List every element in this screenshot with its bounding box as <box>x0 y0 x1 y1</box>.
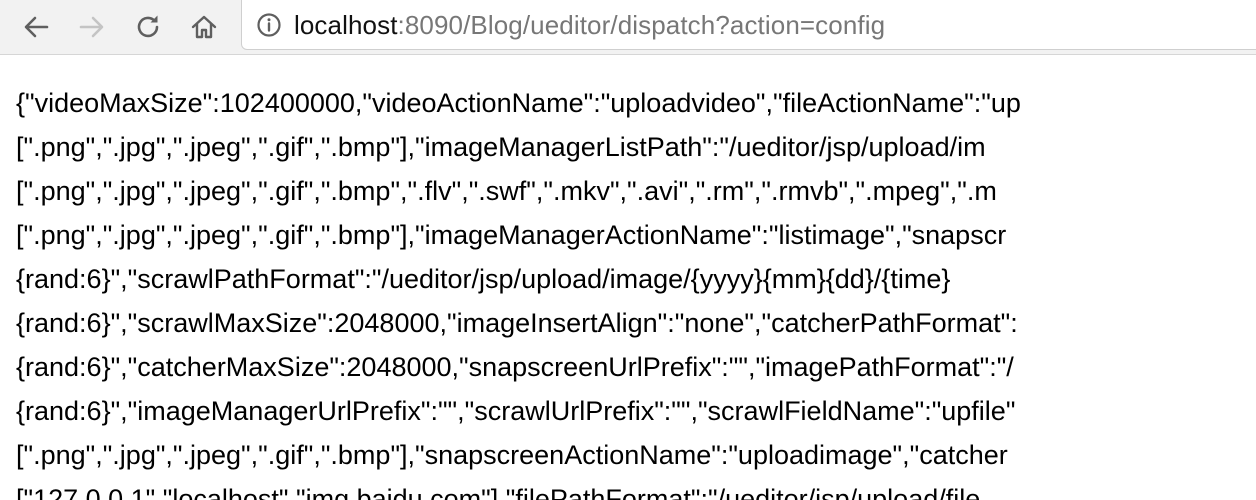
home-button[interactable] <box>185 8 223 46</box>
home-icon <box>191 15 217 39</box>
json-line: [".png",".jpg",".jpeg",".gif",".bmp"],"i… <box>16 132 986 162</box>
json-line: {"videoMaxSize":102400000,"videoActionNa… <box>16 88 1021 118</box>
json-line: {rand:6}","catcherMaxSize":2048000,"snap… <box>16 352 1014 382</box>
json-line: {rand:6}","scrawlMaxSize":2048000,"image… <box>16 308 1018 338</box>
json-line: {rand:6}","scrawlPathFormat":"/ueditor/j… <box>16 264 951 294</box>
page-content: {"videoMaxSize":102400000,"videoActionNa… <box>0 56 1256 500</box>
address-bar[interactable]: localhost:8090/Blog/ueditor/dispatch?act… <box>241 0 1256 50</box>
json-line: [".png",".jpg",".jpeg",".gif",".bmp",".f… <box>16 176 997 206</box>
json-line: [".png",".jpg",".jpeg",".gif",".bmp"],"i… <box>16 220 1007 250</box>
url-host: localhost <box>294 10 398 40</box>
reload-button[interactable] <box>129 8 167 46</box>
info-icon[interactable] <box>256 12 282 38</box>
json-line: ["127.0.0.1","localhost","img.baidu.com"… <box>16 484 981 500</box>
url-text[interactable]: localhost:8090/Blog/ueditor/dispatch?act… <box>294 10 885 40</box>
json-line: {rand:6}","imageManagerUrlPrefix":"","sc… <box>16 396 1016 426</box>
back-button[interactable] <box>17 8 55 46</box>
url-path: :8090/Blog/ueditor/dispatch?action=confi… <box>397 10 886 40</box>
forward-button[interactable] <box>73 8 111 46</box>
json-line: [".png",".jpg",".jpeg",".gif",".bmp"],"s… <box>16 440 1008 470</box>
reload-icon <box>137 15 159 38</box>
browser-toolbar: localhost:8090/Blog/ueditor/dispatch?act… <box>0 0 1256 55</box>
arrow-left-icon <box>24 16 49 38</box>
arrow-right-icon <box>79 16 104 38</box>
